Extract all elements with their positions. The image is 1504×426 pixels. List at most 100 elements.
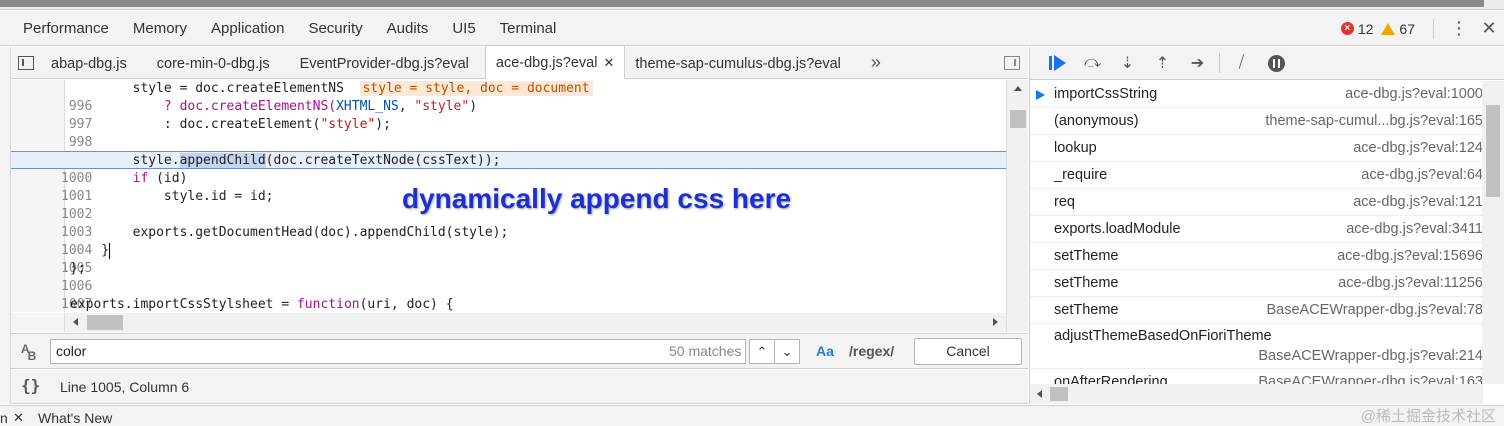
code-token: ); (375, 117, 391, 132)
file-tab-abap-dbg[interactable]: abap-dbg.js (41, 47, 137, 79)
scroll-thumb[interactable] (87, 315, 123, 330)
previous-match-icon[interactable]: ⌃ (750, 340, 775, 363)
editor-horizontal-scrollbar[interactable] (65, 313, 1006, 332)
call-frame[interactable]: (anonymous) theme-sap-cumul...bg.js?eval… (1030, 108, 1504, 135)
replace-toggle-icon[interactable]: AB (21, 342, 38, 363)
frame-location[interactable]: ace-dbg.js?eval:1000 (1345, 81, 1483, 108)
code-editor[interactable]: 996 style = doc.createElementNS style = … (11, 80, 1006, 312)
code-string: "style" (414, 99, 470, 114)
callstack-vertical-scrollbar[interactable] (1482, 81, 1504, 384)
frame-location[interactable]: ace-dbg.js?eval:124 (1353, 135, 1483, 162)
callstack-horizontal-scrollbar[interactable] (1030, 384, 1483, 404)
code-text: exports.getDocumentHead(doc).appendChild… (70, 225, 509, 240)
close-tab-icon[interactable]: ✕ (603, 55, 614, 70)
step-over-button[interactable]: ⤼ (1075, 47, 1110, 80)
error-counter[interactable]: × 12 (1340, 21, 1373, 37)
close-devtools-icon[interactable]: ✕ (1474, 18, 1504, 39)
frame-location[interactable]: ace-dbg.js?eval:3411 (1346, 216, 1483, 243)
code-line: 997 ? doc.createElementNS(XHTML_NS, "sty… (11, 98, 1006, 132)
main-tabs-right-tools: × 12 67 ⋮ ✕ (1340, 11, 1504, 46)
step-over-icon: ⤼ (1083, 54, 1102, 71)
scroll-right-icon[interactable] (993, 318, 998, 326)
scroll-left-icon[interactable] (1037, 390, 1042, 398)
frame-name: _require (1054, 167, 1108, 183)
current-execution-line: 1000 style.appendChild(doc.createTextNod… (11, 151, 1006, 186)
tab-terminal[interactable]: Terminal (488, 11, 569, 46)
code-text: (uri, doc) { (359, 297, 454, 312)
more-tabs-icon[interactable]: » (871, 52, 881, 73)
file-tab-eventprovider[interactable]: EventProvider-dbg.js?eval (290, 47, 479, 79)
close-drawer-tab-icon[interactable]: ✕ (13, 406, 24, 426)
pretty-print-icon[interactable]: {} (21, 376, 40, 395)
call-frame[interactable]: onAfterRendering BaseACEWrapper-dbg.js?e… (1030, 369, 1504, 384)
warning-counter[interactable]: 67 (1381, 21, 1415, 37)
frame-location[interactable]: ace-dbg.js?eval:64 (1361, 162, 1483, 189)
code-line: 998 : doc.createElement("style"); (11, 116, 1006, 150)
next-match-icon[interactable]: ⌄ (775, 340, 799, 363)
call-frame[interactable]: importCssString ace-dbg.js?eval:1000 (1030, 81, 1504, 108)
frame-name: importCssString (1054, 86, 1158, 102)
scroll-thumb[interactable] (1050, 387, 1068, 401)
tab-application[interactable]: Application (199, 11, 296, 46)
tab-audits[interactable]: Audits (375, 11, 441, 46)
scroll-left-icon[interactable] (73, 318, 78, 326)
toggle-debugger-pane-icon[interactable] (1004, 56, 1020, 70)
tab-performance[interactable]: Performance (0, 11, 121, 46)
code-token: XHTML_NS (336, 99, 399, 114)
call-frame[interactable]: lookup ace-dbg.js?eval:124 (1030, 135, 1504, 162)
editor-vertical-scrollbar[interactable] (1006, 80, 1028, 332)
file-tab-core-min[interactable]: core-min-0-dbg.js (147, 47, 280, 79)
frame-location[interactable]: ace-dbg.js?eval:11256 (1338, 270, 1483, 297)
code-text: exports.importCssStylsheet = (70, 297, 297, 312)
resume-button[interactable] (1040, 47, 1075, 80)
step-into-button[interactable]: ⇣ (1110, 47, 1145, 80)
search-input[interactable]: color (50, 339, 746, 364)
frame-name: lookup (1054, 140, 1097, 156)
call-frame[interactable]: setTheme ace-dbg.js?eval:15696 (1030, 243, 1504, 270)
code-line: 999 (11, 134, 1006, 168)
scroll-thumb[interactable] (1010, 110, 1026, 128)
code-keyword: function (296, 297, 360, 312)
call-frame[interactable]: exports.loadModule ace-dbg.js?eval:3411 (1030, 216, 1504, 243)
frame-location[interactable]: BaseACEWrapper-dbg.js?eval:163 (1258, 369, 1483, 384)
regex-button[interactable]: /regex/ (849, 339, 894, 364)
text-cursor (109, 242, 111, 259)
step-icon: ➔ (1190, 55, 1205, 72)
call-frame[interactable]: adjustThemeBasedOnFioriTheme BaseACEWrap… (1030, 324, 1504, 369)
top-scrollbar[interactable] (0, 0, 1484, 7)
frame-name: setTheme (1054, 275, 1119, 291)
more-options-icon[interactable]: ⋮ (1444, 18, 1474, 39)
call-frame[interactable]: _require ace-dbg.js?eval:64 (1030, 162, 1504, 189)
frame-location[interactable]: ace-dbg.js?eval:121 (1353, 189, 1483, 216)
call-frame[interactable]: req ace-dbg.js?eval:121 (1030, 189, 1504, 216)
frame-location[interactable]: theme-sap-cumul...bg.js?eval:165 (1265, 108, 1483, 135)
drawer-tabs: n ✕ What's New @稀土掘金技术社区 (0, 405, 1504, 426)
match-case-button[interactable]: Aa (816, 339, 834, 364)
divider (1219, 53, 1220, 73)
frame-location[interactable]: ace-dbg.js?eval:15696 (1337, 243, 1483, 270)
file-tab-ace-dbg[interactable]: ace-dbg.js?eval ✕ (484, 46, 626, 79)
code-line: 996 style = doc.createElementNS style = … (11, 80, 1006, 114)
scroll-thumb[interactable] (1486, 105, 1500, 197)
deactivate-breakpoints-button[interactable]: ⧸ (1224, 47, 1259, 80)
frame-name: exports.loadModule (1054, 221, 1181, 237)
step-out-button[interactable]: ⇡ (1145, 47, 1180, 80)
cancel-button[interactable]: Cancel (914, 338, 1022, 365)
divider (1433, 18, 1434, 39)
tab-security[interactable]: Security (296, 11, 374, 46)
tab-memory[interactable]: Memory (121, 11, 199, 46)
code-line: 1005 } (11, 242, 1006, 276)
tab-ui5[interactable]: UI5 (440, 11, 487, 46)
step-button[interactable]: ➔ (1180, 47, 1215, 80)
frame-location[interactable]: BaseACEWrapper-dbg.js?eval:214 (1258, 344, 1483, 368)
call-frame[interactable]: setTheme BaseACEWrapper-dbg.js?eval:78 (1030, 297, 1504, 324)
frame-name: (anonymous) (1054, 113, 1139, 129)
editor-status-bar: {} Line 1005, Column 6 (11, 370, 1028, 404)
file-tab-theme-sap-cumulus[interactable]: theme-sap-cumulus-dbg.js?eval (625, 47, 851, 79)
call-frame[interactable]: setTheme ace-dbg.js?eval:11256 (1030, 270, 1504, 297)
drawer-tab-partial[interactable]: n (0, 406, 8, 426)
pause-on-exceptions-button[interactable] (1259, 47, 1294, 80)
frame-location[interactable]: BaseACEWrapper-dbg.js?eval:78 (1266, 297, 1483, 324)
devtools-main-tabs: Performance Memory Application Security … (0, 11, 1504, 46)
toggle-navigator-icon[interactable] (11, 47, 41, 79)
